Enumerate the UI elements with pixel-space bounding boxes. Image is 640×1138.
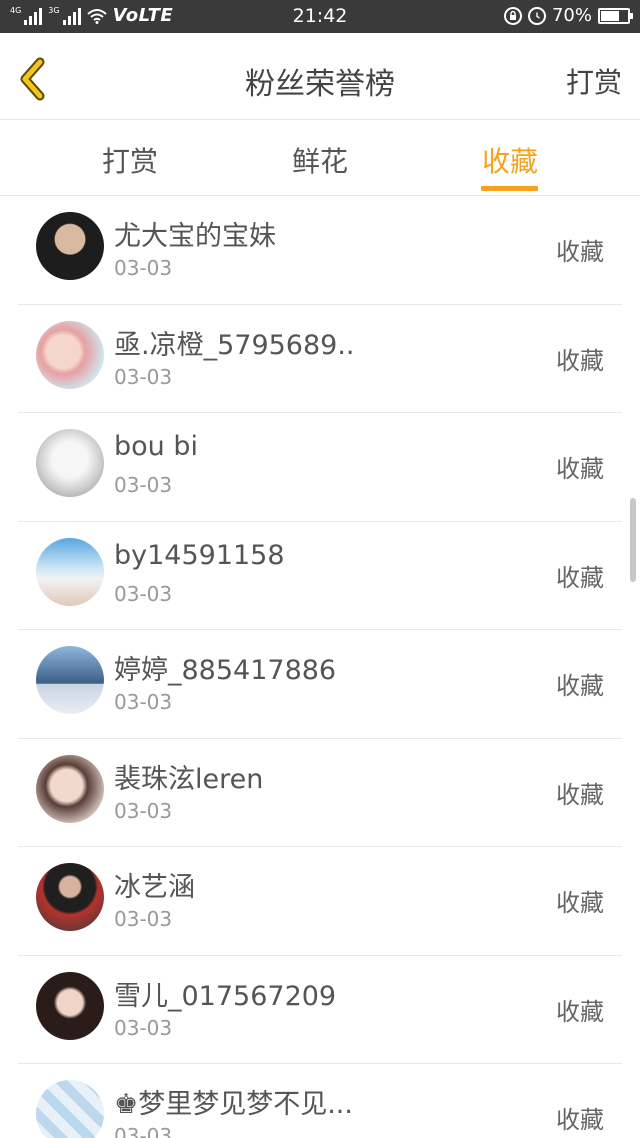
list-item[interactable]: 裴珠泫leren 03-03 收藏	[0, 739, 640, 848]
list-item[interactable]: by14591158 03-03 收藏	[0, 522, 640, 631]
scrollbar[interactable]	[630, 498, 636, 582]
avatar[interactable]	[36, 212, 104, 280]
active-tab-indicator	[481, 186, 538, 191]
favorite-label[interactable]: 收藏	[556, 341, 604, 376]
item-date: 03-03	[114, 473, 173, 497]
avatar[interactable]	[36, 429, 104, 497]
user-name: 婷婷_885417886	[114, 655, 337, 686]
user-name: 尤大宝的宝妹	[114, 221, 276, 252]
list-item[interactable]: 亟.凉橙_5795689... 03-03 收藏	[0, 305, 640, 414]
avatar[interactable]	[36, 754, 104, 823]
reward-button[interactable]: 打赏	[566, 61, 622, 101]
avatar[interactable]	[36, 863, 104, 931]
tab-flowers[interactable]: 鲜花	[292, 140, 348, 180]
status-right: 70%	[503, 5, 633, 26]
avatar[interactable]	[36, 646, 104, 714]
favorite-label[interactable]: 收藏	[556, 666, 604, 701]
battery-icon	[598, 7, 633, 24]
user-name: 裴珠泫leren	[114, 763, 264, 795]
item-date: 03-03	[114, 1015, 173, 1040]
fan-list: 尤大宝的宝妹 03-03 收藏 亟.凉橙_5795689... 03-03 收藏…	[0, 196, 640, 1138]
alarm-clock-icon	[527, 6, 546, 25]
item-date: 03-03	[114, 690, 173, 714]
user-name: 冰艺涵	[114, 872, 195, 903]
status-bar: 4G 3G VoLTE 21:42 70%	[0, 0, 640, 33]
favorite-label[interactable]: 收藏	[556, 558, 604, 593]
app-header: 粉丝荣誉榜 打赏	[0, 33, 640, 120]
user-name: 亟.凉橙_5795689...	[114, 329, 354, 361]
avatar[interactable]	[36, 320, 104, 389]
item-date: 03-03	[114, 1124, 173, 1138]
tab-reward[interactable]: 打赏	[102, 140, 158, 180]
favorite-label[interactable]: 收藏	[556, 1100, 604, 1135]
user-name: 雪儿_017567209	[114, 980, 337, 1012]
user-name: ♚梦里梦见梦不见...	[114, 1089, 353, 1120]
item-date: 03-03	[114, 907, 173, 931]
item-date: 03-03	[114, 798, 173, 823]
rotation-lock-icon	[503, 6, 522, 25]
list-item[interactable]: 婷婷_885417886 03-03 收藏	[0, 630, 640, 739]
favorite-label[interactable]: 收藏	[556, 883, 604, 918]
battery-percent: 70%	[551, 5, 592, 26]
user-name: by14591158	[114, 539, 285, 571]
avatar[interactable]	[36, 537, 104, 606]
list-item[interactable]: 冰艺涵 03-03 收藏	[0, 847, 640, 956]
avatar[interactable]	[36, 1080, 104, 1138]
user-name: bou bi	[114, 431, 198, 462]
item-date: 03-03	[114, 256, 173, 280]
battery-fill	[601, 10, 620, 21]
list-item[interactable]: bou bi 03-03 收藏	[0, 413, 640, 522]
page-title: 粉丝荣誉榜	[245, 67, 395, 102]
tab-bar: 打赏 鲜花 收藏	[0, 120, 640, 196]
list-item[interactable]: ♚梦里梦见梦不见... 03-03 收藏	[0, 1064, 640, 1138]
favorite-label[interactable]: 收藏	[556, 449, 604, 484]
list-item[interactable]: 雪儿_017567209 03-03 收藏	[0, 956, 640, 1065]
favorite-label[interactable]: 收藏	[556, 232, 604, 267]
item-date: 03-03	[114, 364, 173, 389]
avatar[interactable]	[36, 971, 104, 1040]
favorite-label[interactable]: 收藏	[556, 775, 604, 810]
favorite-label[interactable]: 收藏	[556, 992, 604, 1027]
list-item[interactable]: 尤大宝的宝妹 03-03 收藏	[0, 196, 640, 305]
tab-favorites[interactable]: 收藏	[482, 140, 538, 180]
item-date: 03-03	[114, 581, 173, 606]
